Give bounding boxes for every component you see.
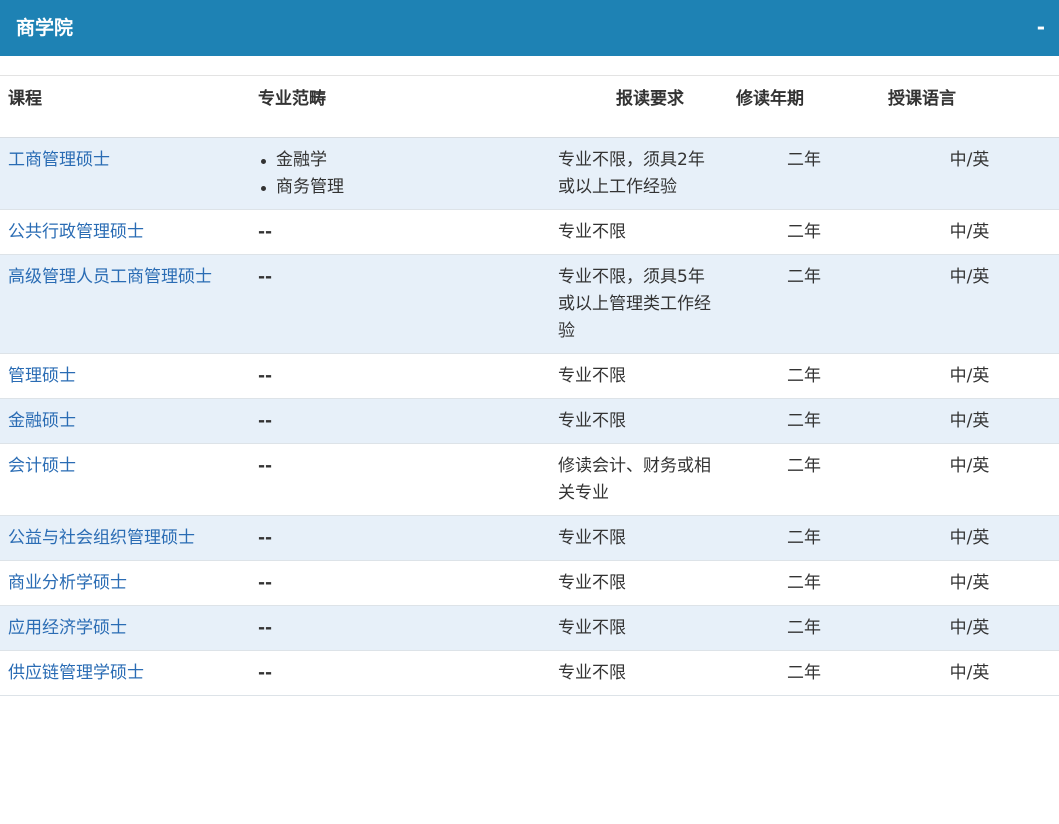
table-row: 应用经济学硕士 -- 专业不限 二年 中/英	[0, 605, 1059, 651]
category-cell: --	[250, 443, 550, 516]
category-empty: --	[258, 411, 273, 431]
category-cell: --	[250, 515, 550, 561]
column-header-duration: 修读年期	[728, 75, 880, 138]
category-item: 金融学	[258, 147, 542, 174]
category-cell: --	[250, 605, 550, 651]
table-row: 工商管理硕士 金融学 商务管理 专业不限，须具2年或以上工作经验 二年 中/英	[0, 137, 1059, 210]
course-cell: 管理硕士	[0, 353, 250, 399]
category-empty: --	[258, 573, 273, 593]
course-table: 课程 专业范畴 报读要求 修读年期 授课语言 工商管理硕士 金融学 商务管理 专业不限…	[0, 75, 1059, 696]
table-row: 公共行政管理硕士 -- 专业不限 二年 中/英	[0, 209, 1059, 255]
course-cell: 公共行政管理硕士	[0, 209, 250, 255]
category-cell: --	[250, 398, 550, 444]
course-link[interactable]: 高级管理人员工商管理硕士	[8, 267, 212, 287]
duration-cell: 二年	[728, 353, 880, 399]
table-body: 工商管理硕士 金融学 商务管理 专业不限，须具2年或以上工作经验 二年 中/英 公共行政管理…	[0, 137, 1059, 696]
requirement-cell: 专业不限	[550, 605, 728, 651]
course-cell: 金融硕士	[0, 398, 250, 444]
section-title: 商学院	[16, 17, 74, 39]
course-cell: 供应链管理学硕士	[0, 650, 250, 696]
category-cell: 金融学 商务管理	[250, 137, 550, 210]
language-cell: 中/英	[880, 605, 1059, 651]
course-cell: 商业分析学硕士	[0, 560, 250, 606]
category-cell: --	[250, 650, 550, 696]
requirement-cell: 专业不限	[550, 515, 728, 561]
requirement-cell: 专业不限	[550, 398, 728, 444]
language-cell: 中/英	[880, 443, 1059, 516]
course-link[interactable]: 公益与社会组织管理硕士	[8, 528, 195, 548]
duration-cell: 二年	[728, 254, 880, 354]
course-link[interactable]: 工商管理硕士	[8, 150, 110, 170]
table-row: 供应链管理学硕士 -- 专业不限 二年 中/英	[0, 650, 1059, 696]
requirement-cell: 修读会计、财务或相关专业	[550, 443, 728, 516]
course-cell: 会计硕士	[0, 443, 250, 516]
category-item: 商务管理	[258, 174, 542, 201]
course-link[interactable]: 公共行政管理硕士	[8, 222, 144, 242]
collapse-toggle[interactable]: -	[1037, 14, 1045, 40]
category-cell: --	[250, 560, 550, 606]
requirement-cell: 专业不限	[550, 209, 728, 255]
table-row: 会计硕士 -- 修读会计、财务或相关专业 二年 中/英	[0, 443, 1059, 516]
course-link[interactable]: 管理硕士	[8, 366, 76, 386]
category-cell: --	[250, 353, 550, 399]
requirement-cell: 专业不限	[550, 353, 728, 399]
language-cell: 中/英	[880, 254, 1059, 354]
course-cell: 应用经济学硕士	[0, 605, 250, 651]
table-row: 金融硕士 -- 专业不限 二年 中/英	[0, 398, 1059, 444]
language-cell: 中/英	[880, 515, 1059, 561]
duration-cell: 二年	[728, 515, 880, 561]
category-empty: --	[258, 618, 273, 638]
course-cell: 高级管理人员工商管理硕士	[0, 254, 250, 354]
table-row: 高级管理人员工商管理硕士 -- 专业不限，须具5年或以上管理类工作经验 二年 中/英	[0, 254, 1059, 354]
requirement-cell: 专业不限	[550, 650, 728, 696]
requirement-cell: 专业不限，须具5年或以上管理类工作经验	[550, 254, 728, 354]
course-link[interactable]: 会计硕士	[8, 456, 76, 476]
column-header-course: 课程	[0, 75, 250, 138]
table-row: 管理硕士 -- 专业不限 二年 中/英	[0, 353, 1059, 399]
course-link[interactable]: 商业分析学硕士	[8, 573, 127, 593]
language-cell: 中/英	[880, 650, 1059, 696]
section-header[interactable]: 商学院 -	[0, 0, 1059, 56]
language-cell: 中/英	[880, 398, 1059, 444]
duration-cell: 二年	[728, 443, 880, 516]
category-empty: --	[258, 456, 273, 476]
category-empty: --	[258, 528, 273, 548]
column-header-category: 专业范畴	[250, 75, 550, 138]
duration-cell: 二年	[728, 650, 880, 696]
duration-cell: 二年	[728, 137, 880, 210]
column-header-requirement: 报读要求	[550, 75, 728, 138]
duration-cell: 二年	[728, 398, 880, 444]
language-cell: 中/英	[880, 353, 1059, 399]
language-cell: 中/英	[880, 209, 1059, 255]
category-cell: --	[250, 254, 550, 354]
column-header-language: 授课语言	[880, 75, 1059, 138]
course-link[interactable]: 供应链管理学硕士	[8, 663, 144, 683]
category-list: 金融学 商务管理	[258, 147, 542, 201]
category-empty: --	[258, 663, 273, 683]
table-header-row: 课程 专业范畴 报读要求 修读年期 授课语言	[0, 75, 1059, 138]
category-empty: --	[258, 222, 273, 242]
table-row: 公益与社会组织管理硕士 -- 专业不限 二年 中/英	[0, 515, 1059, 561]
duration-cell: 二年	[728, 560, 880, 606]
category-empty: --	[258, 366, 273, 386]
course-link[interactable]: 金融硕士	[8, 411, 76, 431]
duration-cell: 二年	[728, 605, 880, 651]
table-row: 商业分析学硕士 -- 专业不限 二年 中/英	[0, 560, 1059, 606]
language-cell: 中/英	[880, 560, 1059, 606]
requirement-cell: 专业不限，须具2年或以上工作经验	[550, 137, 728, 210]
category-cell: --	[250, 209, 550, 255]
duration-cell: 二年	[728, 209, 880, 255]
course-link[interactable]: 应用经济学硕士	[8, 618, 127, 638]
course-cell: 公益与社会组织管理硕士	[0, 515, 250, 561]
language-cell: 中/英	[880, 137, 1059, 210]
course-cell: 工商管理硕士	[0, 137, 250, 210]
category-empty: --	[258, 267, 273, 287]
requirement-cell: 专业不限	[550, 560, 728, 606]
